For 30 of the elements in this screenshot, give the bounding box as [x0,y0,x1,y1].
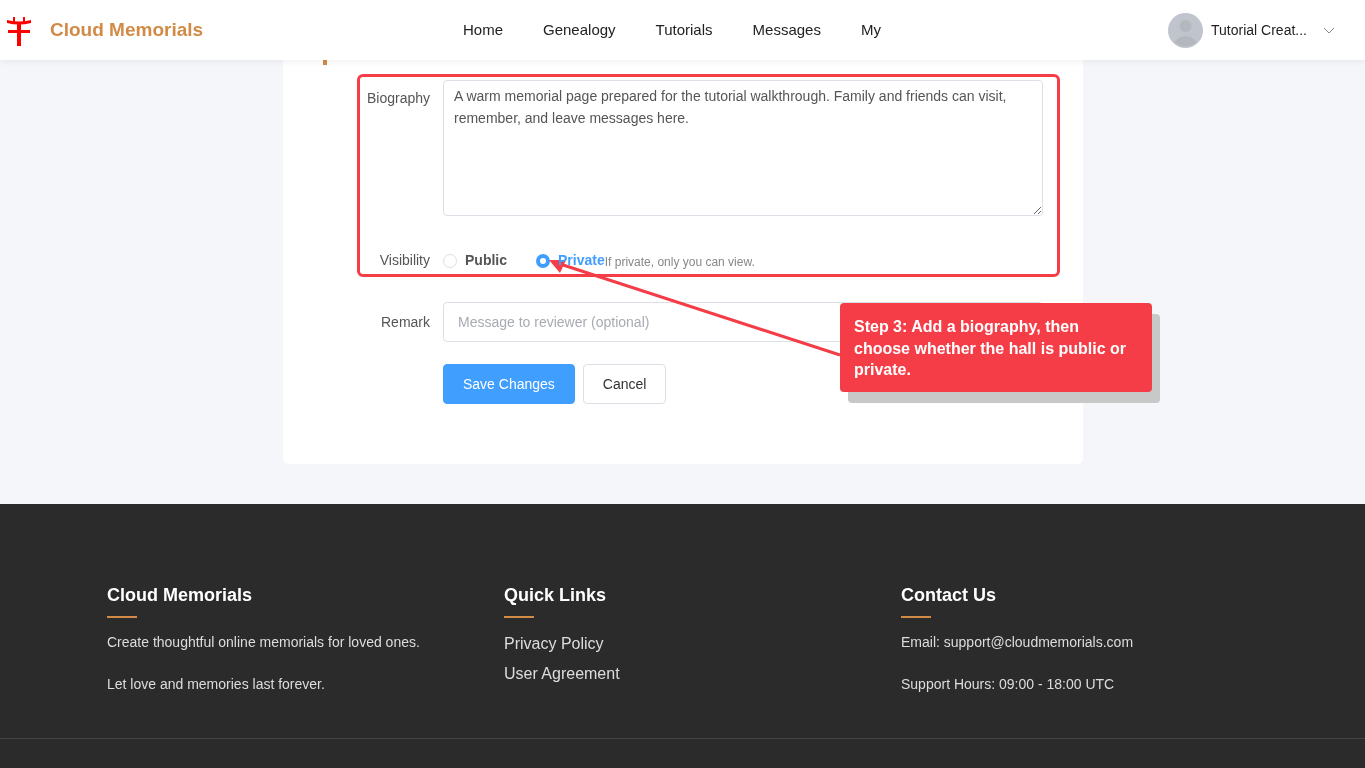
field-label: Biography [365,89,431,108]
footer-heading: Quick Links [504,584,607,607]
hint-text: If private, only you can view. [604,255,755,271]
heading-underline [901,616,931,618]
cancel-button[interactable]: Cancel [582,364,667,404]
heading-underline [504,616,534,618]
footer-text: Create thoughtful online memorials for loved ones. [107,633,421,652]
heading-underline [107,616,137,618]
chevron-down-icon[interactable] [1323,26,1335,34]
section-marker [323,58,327,65]
nav-link[interactable]: Tutorials [635,18,733,42]
radio-label[interactable]: Public [465,250,507,271]
field-label: Remark [380,312,431,332]
nav-link[interactable]: Messages [732,18,841,42]
footer-text: Support Hours: 09:00 - 18:00 UTC [901,675,1116,694]
footer-heading: Contact Us [901,584,996,607]
footer-heading: Cloud Memorials [107,584,253,607]
radio-button[interactable] [536,253,550,268]
field-label: Visibility [378,251,431,270]
footer-link[interactable]: User Agreement [504,662,620,686]
footer-link[interactable]: Privacy Policy [504,632,604,656]
footer-text: Email: support@cloudmemorials.com [901,633,1135,652]
biography-field[interactable]: A warm memorial page prepared for the tutorial walkthrough. Family and friends can visit, remember, and leave messages here. [443,80,1043,216]
nav-link[interactable]: Genealogy [523,18,636,42]
nav-link[interactable]: Home [443,18,523,42]
nav-link[interactable]: My [840,18,901,42]
avatar-icon[interactable] [1168,12,1204,48]
footer-text: Let love and memories last forever. [107,675,326,694]
logo-icon [4,14,34,46]
user-name[interactable]: Tutorial Creat... [1211,19,1307,41]
